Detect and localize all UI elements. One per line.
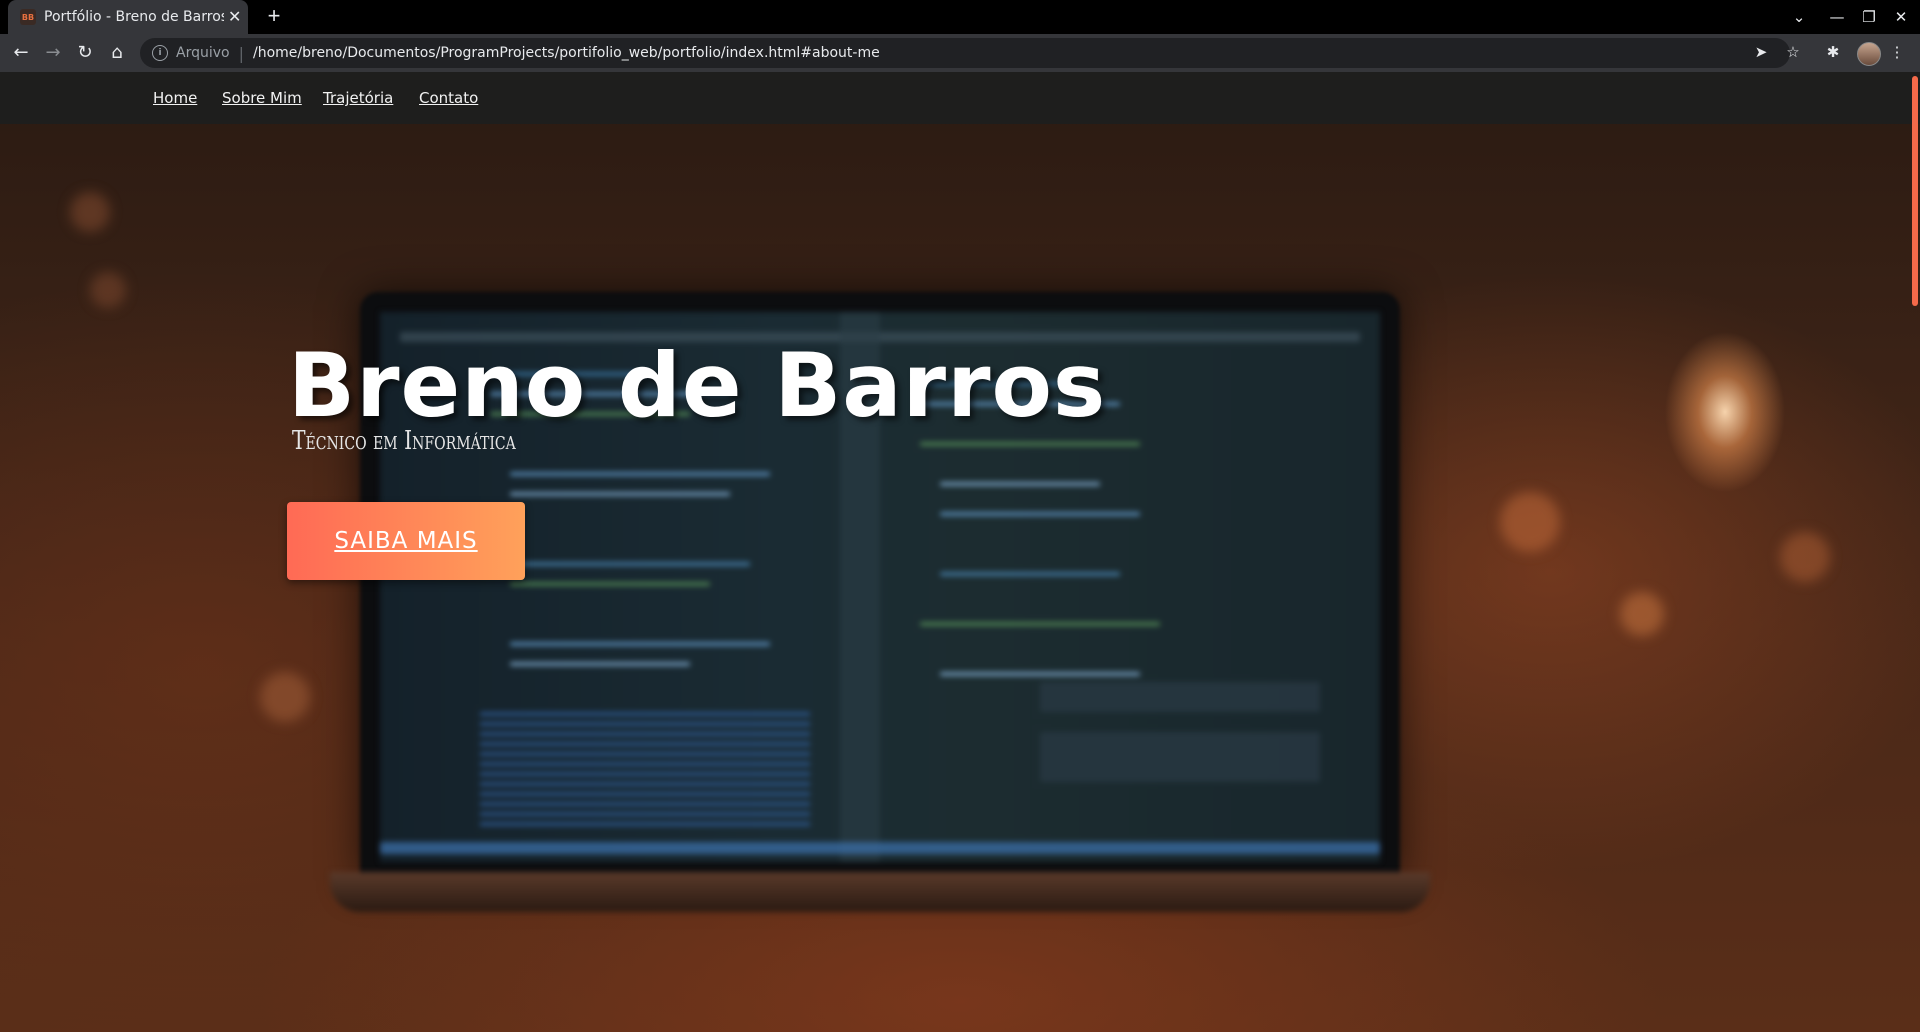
- bokeh-light: [1500, 492, 1560, 552]
- address-separator: |: [238, 43, 244, 63]
- bokeh-light: [90, 272, 126, 308]
- send-icon[interactable]: ➤: [1750, 42, 1772, 64]
- close-window-button[interactable]: ✕: [1890, 6, 1912, 28]
- page-viewport: Home Sobre Mim Trajetória Contato Breno …: [0, 72, 1920, 1032]
- tab-title: Portfólio - Breno de Barros: [44, 9, 224, 25]
- tab-search-icon[interactable]: ⌄: [1788, 6, 1810, 28]
- home-icon[interactable]: ⌂: [105, 41, 129, 65]
- saiba-mais-label: SAIBA MAIS: [334, 528, 478, 554]
- nav-link-trajetoria[interactable]: Trajetória: [323, 89, 393, 107]
- saiba-mais-button[interactable]: SAIBA MAIS: [287, 502, 525, 580]
- page-scrollbar[interactable]: [1910, 72, 1920, 1032]
- browser-tab[interactable]: BB Portfólio - Breno de Barros ✕: [8, 0, 248, 34]
- browser-tab-bar: BB Portfólio - Breno de Barros ✕ + ⌄ — ❐…: [0, 0, 1920, 34]
- browser-menu-icon[interactable]: ⋮: [1886, 42, 1908, 64]
- hero-subtitle: Técnico em Informática: [292, 426, 516, 456]
- address-url[interactable]: /home/breno/Documentos/ProgramProjects/p…: [253, 45, 880, 61]
- extensions-icon[interactable]: ✱: [1822, 42, 1844, 64]
- hero-title: Breno de Barros: [288, 334, 1107, 437]
- bokeh-light: [1620, 592, 1664, 636]
- site-nav-bar: Home Sobre Mim Trajetória Contato: [0, 72, 1920, 124]
- close-tab-icon[interactable]: ✕: [228, 7, 241, 27]
- background-laptop-base: [330, 872, 1430, 912]
- restore-button[interactable]: ❐: [1858, 6, 1880, 28]
- address-scheme-label: Arquivo: [176, 45, 230, 61]
- nav-link-contato[interactable]: Contato: [419, 89, 478, 107]
- new-tab-button[interactable]: +: [262, 5, 286, 29]
- bokeh-light: [1780, 532, 1830, 582]
- forward-icon[interactable]: →: [41, 41, 65, 65]
- browser-toolbar: ← → ↻ ⌂ i Arquivo | /home/breno/Document…: [0, 34, 1920, 72]
- profile-avatar[interactable]: [1857, 42, 1881, 66]
- address-bar[interactable]: i Arquivo | /home/breno/Documentos/Progr…: [140, 38, 1790, 68]
- nav-link-sobre-mim[interactable]: Sobre Mim: [222, 89, 302, 107]
- reload-icon[interactable]: ↻: [73, 41, 97, 65]
- minimize-button[interactable]: —: [1826, 6, 1848, 28]
- bokeh-light: [260, 672, 310, 722]
- scrollbar-thumb[interactable]: [1912, 76, 1918, 306]
- bokeh-light: [70, 192, 110, 232]
- info-icon[interactable]: i: [152, 45, 168, 61]
- back-icon[interactable]: ←: [9, 41, 33, 65]
- favicon-icon: BB: [20, 9, 36, 25]
- bookmark-star-icon[interactable]: ☆: [1782, 42, 1804, 64]
- nav-link-home[interactable]: Home: [153, 89, 197, 107]
